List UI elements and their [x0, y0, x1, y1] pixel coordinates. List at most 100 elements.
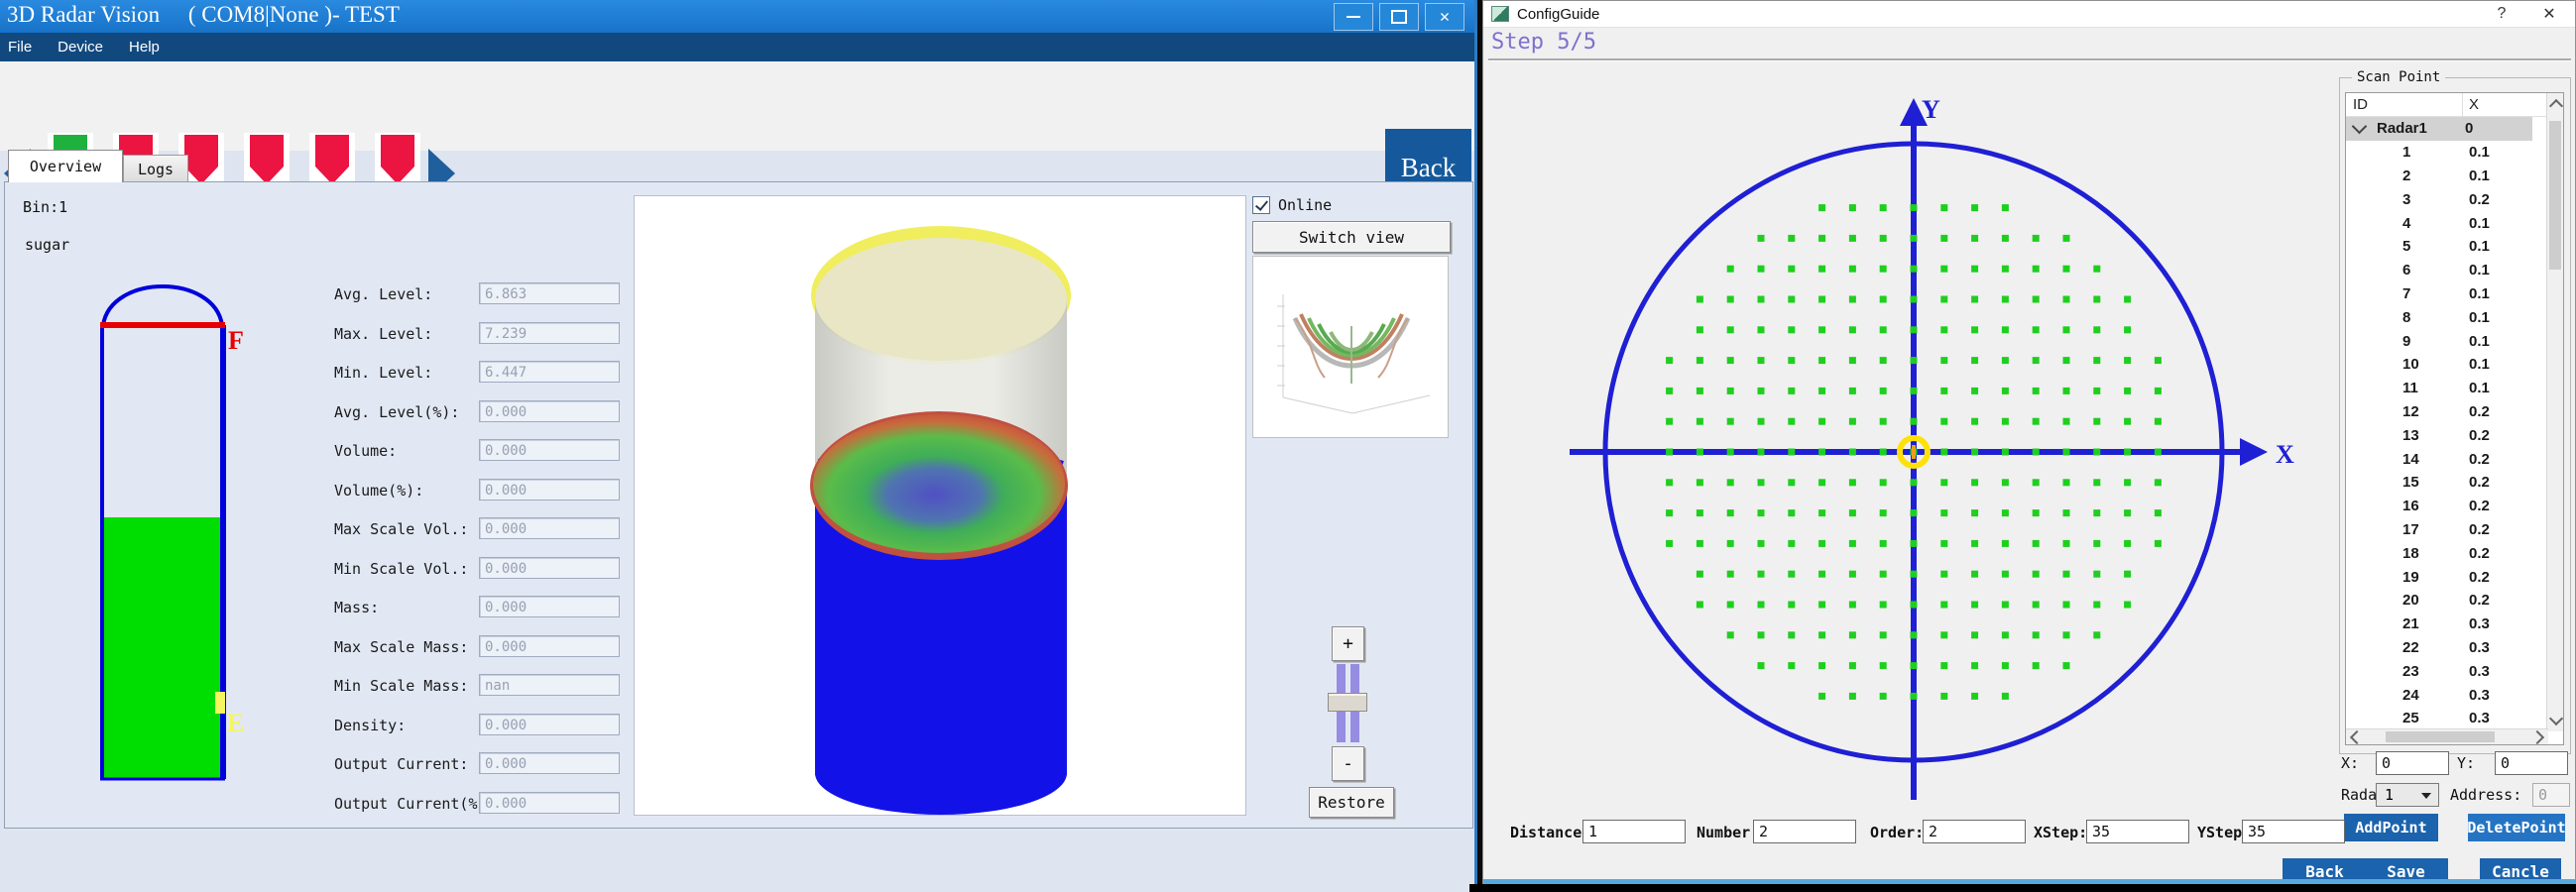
scan-point-x: 0.2 — [2463, 545, 2490, 562]
x-field-label: X: — [2341, 754, 2359, 772]
switch-view-button[interactable]: Switch view — [1252, 221, 1451, 253]
field-value[interactable]: 0.000 — [479, 479, 620, 501]
table-header: ID X — [2346, 93, 2563, 117]
field-value[interactable]: 0.000 — [479, 596, 620, 617]
surface-preview-panel[interactable] — [1252, 256, 1449, 438]
field-value[interactable]: nan — [479, 674, 620, 696]
scan-point-table[interactable]: ID X Radar1010.120.130.240.150.160.170.1… — [2345, 92, 2564, 745]
scan-dot — [1971, 662, 1978, 669]
scan-point-row[interactable]: 220.3 — [2346, 636, 2563, 660]
scan-point-row[interactable]: 210.3 — [2346, 613, 2563, 636]
scan-point-row[interactable]: 250.3 — [2346, 707, 2563, 730]
horizontal-scroll-thumb[interactable] — [2386, 731, 2495, 742]
param-field[interactable]: 35 — [2242, 820, 2345, 843]
column-header-x[interactable]: X — [2463, 96, 2479, 113]
column-header-id[interactable]: ID — [2346, 93, 2463, 116]
scroll-right-icon[interactable] — [2530, 730, 2544, 744]
scan-point-row[interactable]: 90.1 — [2346, 329, 2563, 353]
scan-dot — [2093, 540, 2100, 547]
menu-item-file[interactable]: File — [8, 39, 32, 56]
x-field[interactable]: 0 — [2376, 751, 2449, 775]
scroll-down-icon[interactable] — [2549, 712, 2563, 725]
scan-point-row[interactable]: 140.2 — [2346, 447, 2563, 471]
field-value[interactable]: 0.000 — [479, 714, 620, 735]
field-value[interactable]: 7.239 — [479, 322, 620, 344]
scan-point-row[interactable]: 200.2 — [2346, 589, 2563, 613]
vertical-scroll-thumb[interactable] — [2549, 121, 2561, 270]
radar-select[interactable]: 1 — [2376, 783, 2439, 807]
field-value[interactable]: 0.000 — [479, 752, 620, 774]
scan-dot — [2093, 509, 2100, 516]
horizontal-scrollbar[interactable] — [2346, 728, 2548, 744]
scan-point-row[interactable]: 30.2 — [2346, 187, 2563, 211]
scan-point-row[interactable]: 190.2 — [2346, 565, 2563, 589]
scan-dot — [2093, 602, 2100, 609]
dialog-close-button[interactable]: ✕ — [2527, 1, 2571, 27]
zoom-out-button[interactable]: - — [1332, 746, 1364, 781]
table-body: Radar1010.120.130.240.150.160.170.180.19… — [2346, 117, 2563, 730]
zoom-in-button[interactable]: + — [1332, 626, 1364, 661]
scan-point-id: 6 — [2346, 262, 2463, 279]
tab-overview[interactable]: Overview — [8, 150, 123, 182]
param-field[interactable]: 2 — [1753, 820, 1856, 843]
param-label: XStep: — [2034, 824, 2087, 841]
field-value[interactable]: 0.000 — [479, 557, 620, 579]
scan-point-row[interactable]: 150.2 — [2346, 471, 2563, 495]
scan-point-row[interactable]: 160.2 — [2346, 495, 2563, 518]
field-label: Mass: — [334, 599, 379, 616]
toolbar: Bin:1Bin:2Bin:3Bin:4Bin:5Bin:6 Back — [0, 61, 1474, 151]
scan-plot[interactable]: X Y — [1488, 62, 2331, 824]
scan-point-row[interactable]: 180.2 — [2346, 541, 2563, 565]
scan-point-row[interactable]: 110.1 — [2346, 377, 2563, 400]
address-field[interactable]: 0 — [2532, 783, 2570, 807]
menu-item-device[interactable]: Device — [58, 39, 103, 56]
minimize-button[interactable] — [1334, 3, 1373, 31]
scan-point-row[interactable]: 40.1 — [2346, 211, 2563, 235]
scan-point-row[interactable]: 120.2 — [2346, 400, 2563, 424]
online-checkbox[interactable] — [1252, 196, 1270, 214]
field-value[interactable]: 0.000 — [479, 400, 620, 422]
scan-point-row[interactable]: 60.1 — [2346, 259, 2563, 282]
scan-dot — [2033, 509, 2040, 516]
scan-dot — [1971, 479, 1978, 486]
field-value[interactable]: 0.000 — [479, 792, 620, 814]
field-value[interactable]: 6.863 — [479, 282, 620, 304]
scroll-up-icon[interactable] — [2549, 99, 2563, 113]
restore-button[interactable]: Restore — [1309, 787, 1394, 818]
field-value[interactable]: 0.000 — [479, 635, 620, 657]
surface-preview-plot — [1253, 257, 1448, 437]
scan-point-row[interactable]: 20.1 — [2346, 165, 2563, 188]
scan-point-row[interactable]: 230.3 — [2346, 659, 2563, 683]
scan-point-row[interactable]: 70.1 — [2346, 282, 2563, 306]
scan-point-row[interactable]: 170.2 — [2346, 518, 2563, 542]
field-value[interactable]: 0.000 — [479, 517, 620, 539]
zoom-slider-handle[interactable] — [1328, 693, 1367, 712]
tank-3d-view[interactable] — [634, 195, 1246, 816]
scan-point-row[interactable]: Radar10 — [2346, 117, 2532, 141]
scan-dot — [1971, 296, 1978, 303]
delete-point-button[interactable]: DeletePoint — [2468, 814, 2565, 841]
scan-point-row[interactable]: 10.1 — [2346, 141, 2563, 165]
field-value[interactable]: 0.000 — [479, 439, 620, 461]
scan-point-row[interactable]: 50.1 — [2346, 235, 2563, 259]
tab-logs[interactable]: Logs — [123, 155, 188, 182]
vertical-scrollbar[interactable] — [2546, 93, 2563, 731]
menu-item-help[interactable]: Help — [129, 39, 160, 56]
scan-point-x: 0.2 — [2463, 474, 2490, 491]
field-value[interactable]: 6.447 — [479, 361, 620, 383]
y-field[interactable]: 0 — [2495, 751, 2568, 775]
param-field[interactable]: 1 — [1582, 820, 1686, 843]
param-field[interactable]: 2 — [1923, 820, 2026, 843]
scroll-left-icon[interactable] — [2350, 730, 2364, 744]
scan-point-row[interactable]: 130.2 — [2346, 423, 2563, 447]
maximize-button[interactable] — [1379, 3, 1419, 31]
dialog-help-button[interactable]: ? — [2480, 1, 2523, 27]
param-field[interactable]: 35 — [2086, 820, 2189, 843]
scan-point-row[interactable]: 240.3 — [2346, 683, 2563, 707]
scan-point-x: 0.2 — [2463, 403, 2490, 420]
close-button[interactable]: ✕ — [1425, 3, 1464, 31]
scan-point-row[interactable]: 80.1 — [2346, 305, 2563, 329]
scan-dot — [1697, 509, 1703, 516]
scan-point-row[interactable]: 100.1 — [2346, 353, 2563, 377]
add-point-button[interactable]: AddPoint — [2344, 814, 2438, 841]
